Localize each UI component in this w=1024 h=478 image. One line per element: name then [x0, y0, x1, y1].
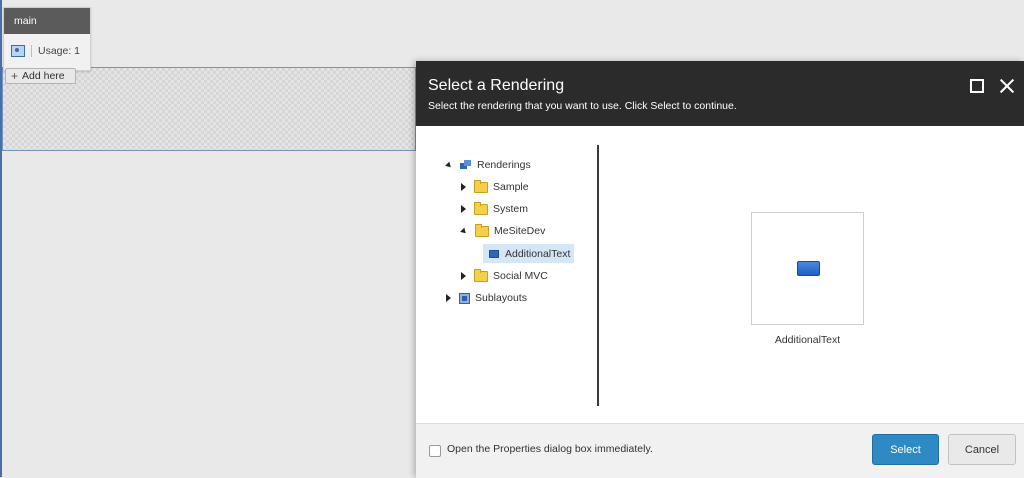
- expand-right-icon[interactable]: [446, 294, 451, 302]
- dialog-header: Select a Rendering Select the rendering …: [416, 61, 1024, 126]
- expand-down-icon[interactable]: [460, 227, 468, 235]
- tree-item-social-mvc[interactable]: Social MVC: [461, 266, 548, 286]
- plus-icon: +: [11, 68, 19, 83]
- add-here-button[interactable]: + Add here: [5, 68, 76, 84]
- tree-label: MeSiteDev: [494, 225, 546, 237]
- select-rendering-dialog: Select a Rendering Select the rendering …: [416, 61, 1024, 478]
- open-properties-label[interactable]: Open the Properties dialog box immediate…: [447, 443, 653, 455]
- tree-item-additionaltext[interactable]: AdditionalText: [483, 244, 575, 263]
- rendering-preview-tile[interactable]: [751, 212, 864, 325]
- folder-icon: [474, 179, 488, 193]
- tree-label: Sample: [493, 181, 529, 193]
- sublayout-icon: [459, 292, 470, 304]
- tree-label: AdditionalText: [505, 247, 571, 260]
- rendering-icon: [489, 249, 499, 258]
- select-button[interactable]: Select: [872, 434, 939, 465]
- cancel-button[interactable]: Cancel: [948, 434, 1016, 465]
- folder-icon: [474, 268, 488, 282]
- tree-item-mesitedev[interactable]: MeSiteDev: [460, 221, 546, 241]
- expand-right-icon[interactable]: [461, 205, 466, 213]
- expand-right-icon[interactable]: [461, 183, 466, 191]
- renderings-icon: [460, 160, 472, 170]
- maximize-icon[interactable]: [970, 79, 984, 93]
- expand-down-icon[interactable]: [445, 161, 453, 169]
- tree-item-sample[interactable]: Sample: [461, 177, 529, 197]
- open-properties-checkbox[interactable]: [429, 445, 441, 457]
- tree-item-sublayouts[interactable]: Sublayouts: [446, 288, 527, 308]
- dialog-subtitle: Select the rendering that you want to us…: [428, 100, 737, 112]
- folder-icon: [475, 223, 489, 237]
- tree-item-system[interactable]: System: [461, 199, 528, 219]
- close-icon[interactable]: [998, 77, 1016, 95]
- tree-label: System: [493, 203, 529, 215]
- add-here-label: Add here: [22, 69, 65, 82]
- placeholder-toolbar: Usage: 1: [4, 34, 90, 68]
- tree-label: Sublayouts: [475, 292, 527, 304]
- tree-item-renderings[interactable]: Renderings: [445, 155, 531, 175]
- tree-label: Renderings: [477, 159, 531, 171]
- placeholder-settings-icon[interactable]: [11, 45, 25, 57]
- folder-icon: [474, 201, 488, 215]
- dialog-title: Select a Rendering: [428, 77, 565, 94]
- toolbar-separator: [31, 45, 32, 57]
- placeholder-chrome: main Usage: 1: [3, 7, 91, 71]
- dialog-footer: Open the Properties dialog box immediate…: [416, 423, 1024, 478]
- tree-label: Social MVC: [493, 270, 548, 282]
- placeholder-name[interactable]: main: [4, 8, 90, 34]
- rendering-icon: [797, 261, 820, 276]
- expand-right-icon[interactable]: [461, 272, 466, 280]
- placeholder-usage: Usage: 1: [38, 45, 81, 57]
- pane-divider[interactable]: [597, 145, 599, 406]
- preview-label: AdditionalText: [774, 334, 841, 346]
